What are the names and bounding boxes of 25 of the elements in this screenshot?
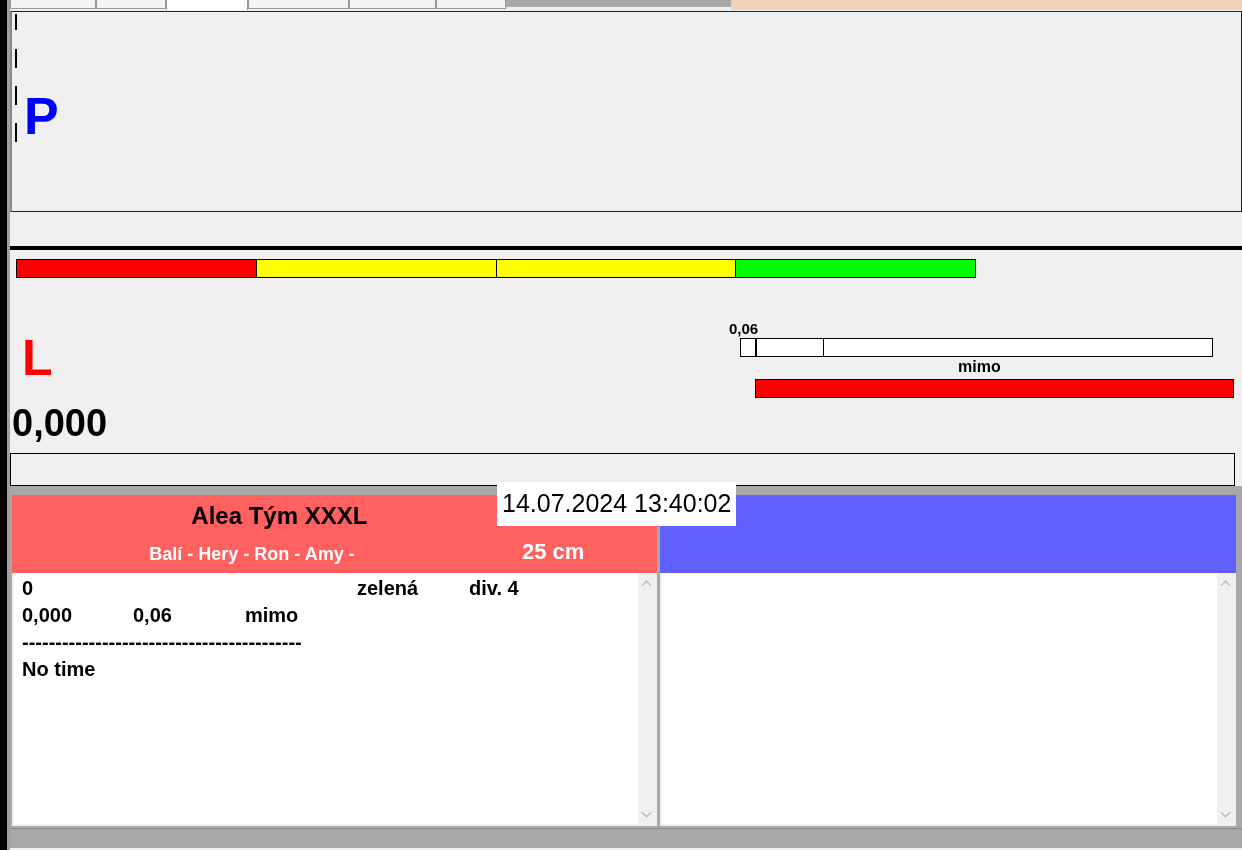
scale-label: 0,06 [729,320,759,338]
timestamp: 14.07.2024 13:40:02 [497,482,737,526]
status-label: mimo [958,357,1002,377]
log-text: mimo [245,604,300,628]
tab[interactable] [10,0,96,9]
tab[interactable] [349,0,436,9]
p-label: P [24,90,59,142]
log-text: No time [22,658,97,682]
distance-label: 25 cm [522,539,585,565]
tab[interactable] [96,0,166,9]
team-members: Balí - Hery - Ron - Amy - [148,544,356,565]
log-text: 0,06 [133,604,173,628]
log-text: zelená [357,577,420,601]
value-readout: 0,000 [12,404,109,442]
log-text: div. 4 [469,577,519,601]
scrollbar[interactable] [637,573,655,824]
team-name: Alea Tým XXXL [191,502,368,530]
tab[interactable] [436,0,506,9]
tab[interactable] [248,0,349,9]
log-text: 0,000 [22,604,74,628]
scrollbar[interactable] [1217,573,1234,824]
log-text: ------------------------------------------ [22,631,302,655]
tab[interactable] [166,0,248,10]
l-label: L [22,333,54,388]
log-text: 0 [22,577,35,601]
